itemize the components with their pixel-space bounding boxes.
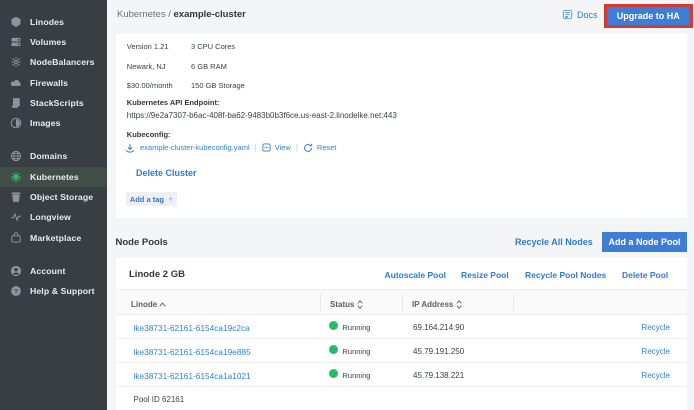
svg-text:?: ? [14,288,18,295]
